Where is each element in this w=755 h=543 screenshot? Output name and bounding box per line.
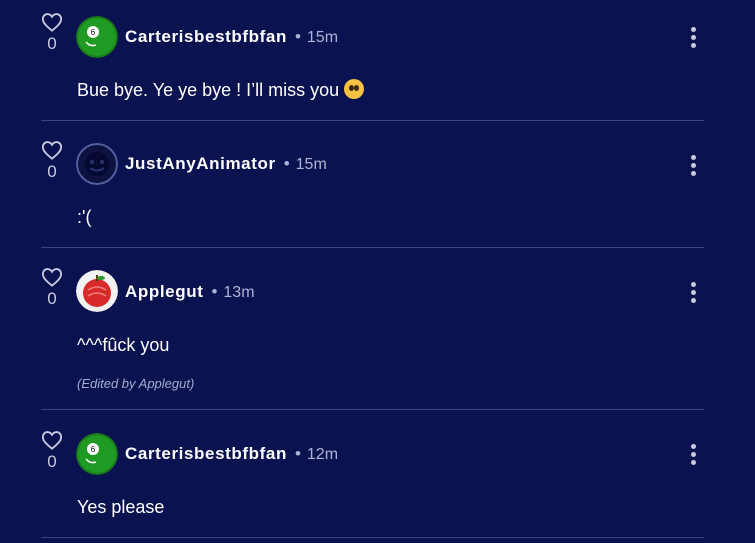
timestamp: 15m bbox=[306, 29, 339, 46]
comment-header: JustAnyAnimator • 15m bbox=[125, 154, 327, 175]
like-count: 0 bbox=[47, 452, 57, 471]
timestamp: 15m bbox=[295, 156, 327, 173]
comment-text: :'( bbox=[77, 207, 92, 227]
comment-header: Applegut • 13m bbox=[125, 282, 255, 303]
username[interactable]: Applegut bbox=[125, 282, 203, 301]
more-options-icon[interactable] bbox=[688, 27, 698, 51]
avatar[interactable]: 6 bbox=[76, 433, 118, 475]
avatar[interactable]: 6 bbox=[76, 16, 118, 58]
username[interactable]: JustAnyAnimator bbox=[125, 154, 276, 173]
like-control[interactable]: 0 bbox=[38, 12, 66, 53]
separator: • bbox=[294, 444, 301, 463]
edited-note: (Edited by Applegut) bbox=[77, 376, 195, 391]
like-count: 0 bbox=[47, 162, 57, 181]
avatar[interactable] bbox=[76, 270, 118, 312]
divider bbox=[41, 120, 704, 121]
comment-header: Carterisbestbfbfan • 15m bbox=[125, 27, 338, 48]
like-control[interactable]: 0 bbox=[38, 267, 66, 308]
username[interactable]: Carterisbestbfbfan bbox=[125, 444, 287, 463]
like-count: 0 bbox=[47, 34, 57, 53]
comment-text: ^^^fûck you bbox=[77, 335, 170, 355]
more-options-icon[interactable] bbox=[688, 282, 698, 306]
svg-text:6: 6 bbox=[91, 445, 96, 454]
svg-text:6: 6 bbox=[91, 28, 96, 37]
timestamp: 13m bbox=[223, 284, 255, 301]
comment-header: Carterisbestbfbfan • 12m bbox=[125, 444, 338, 465]
like-control[interactable]: 0 bbox=[38, 140, 66, 181]
pleading-face-emoji bbox=[344, 79, 365, 99]
heart-icon[interactable] bbox=[41, 140, 63, 160]
separator: • bbox=[294, 27, 301, 46]
timestamp: 12m bbox=[306, 446, 339, 463]
more-options-icon[interactable] bbox=[688, 444, 698, 468]
comment-text: Bue bye. Ye ye bye ! I’ll miss you bbox=[77, 79, 365, 101]
heart-icon[interactable] bbox=[41, 12, 63, 32]
divider bbox=[41, 247, 704, 248]
like-control[interactable]: 0 bbox=[38, 430, 66, 471]
heart-icon[interactable] bbox=[41, 267, 63, 287]
separator: • bbox=[283, 154, 290, 173]
divider bbox=[41, 409, 704, 410]
divider bbox=[41, 537, 704, 538]
username[interactable]: Carterisbestbfbfan bbox=[125, 27, 287, 46]
comment-text: Yes please bbox=[77, 497, 165, 517]
comment-text-content: Bue bye. Ye ye bye ! I’ll miss you bbox=[77, 80, 340, 100]
heart-icon[interactable] bbox=[41, 430, 63, 450]
like-count: 0 bbox=[47, 289, 57, 308]
separator: • bbox=[211, 282, 218, 301]
avatar[interactable] bbox=[76, 143, 118, 185]
more-options-icon[interactable] bbox=[688, 155, 698, 179]
